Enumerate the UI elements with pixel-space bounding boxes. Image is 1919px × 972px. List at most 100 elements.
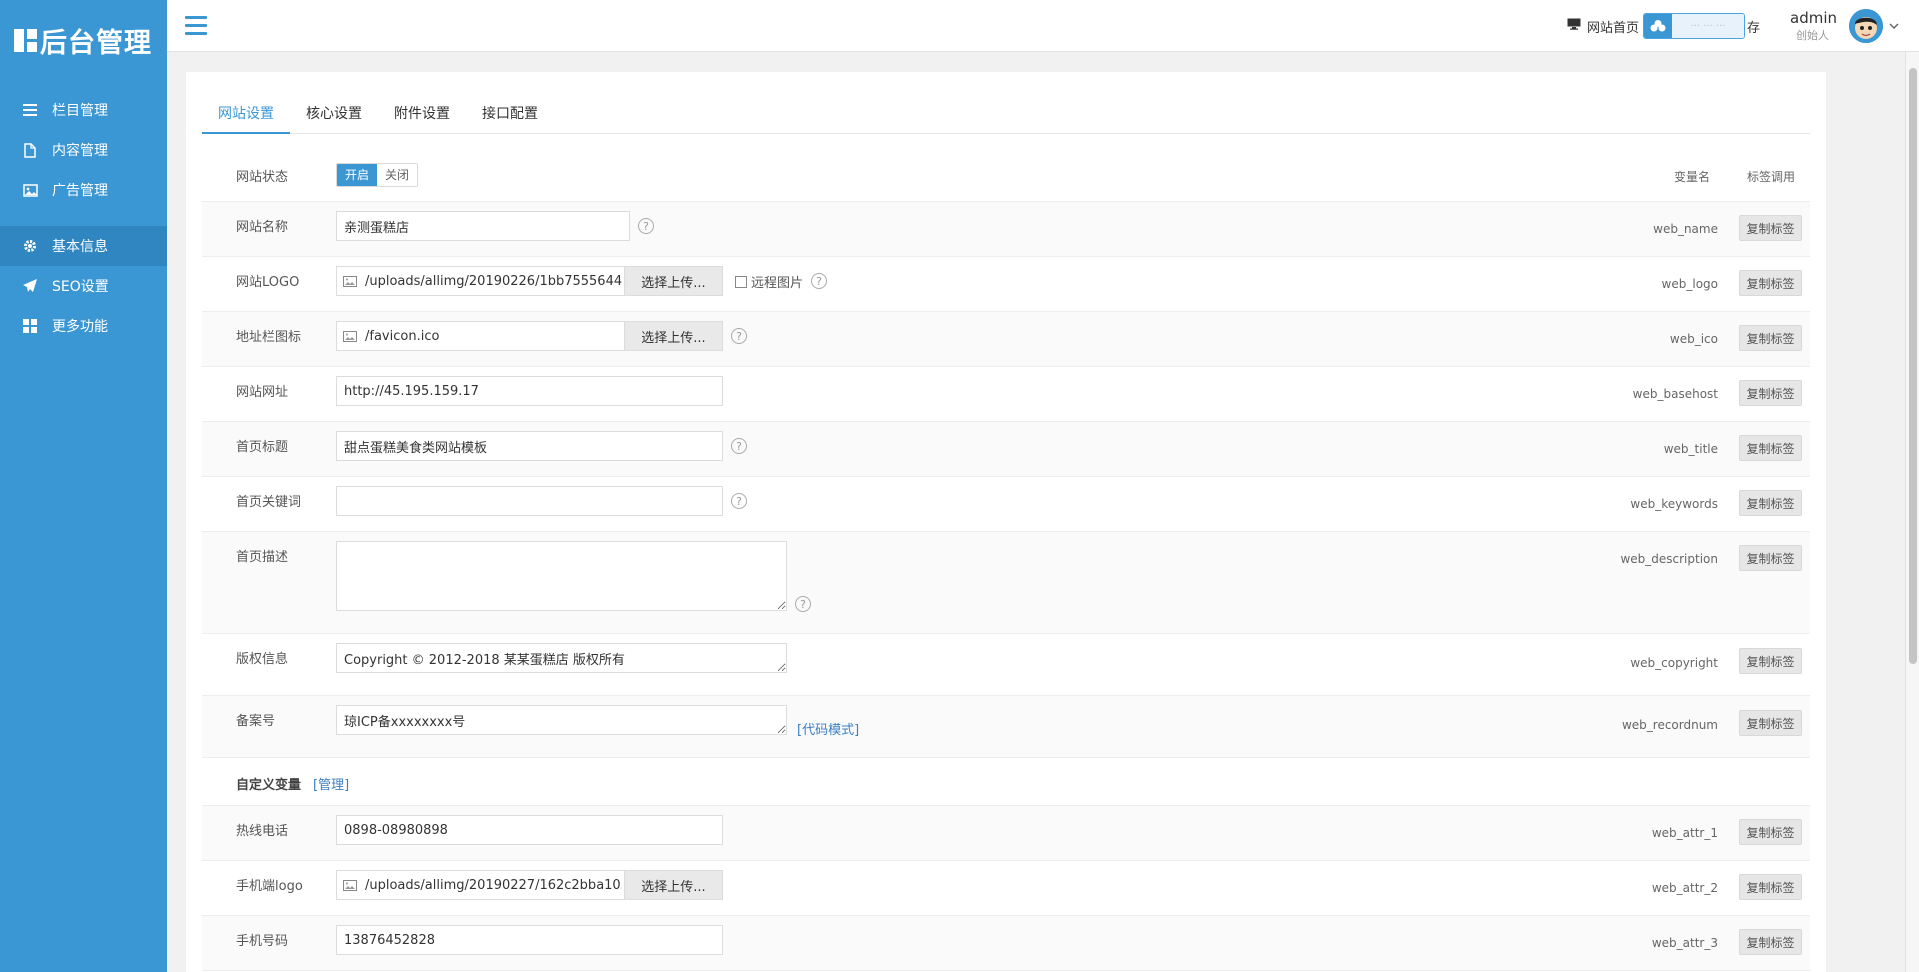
copy-tag-button[interactable]: 复制标签 [1739, 819, 1802, 845]
field-label: 版权信息 [236, 652, 289, 667]
copy-tag-button[interactable]: 复制标签 [1739, 435, 1802, 461]
sidebar-divider [0, 210, 167, 226]
sidebar-item-ads[interactable]: 广告管理 [0, 170, 167, 210]
field-label: 网站LOGO [236, 275, 300, 290]
web-ico-upload: 选择上传... [336, 321, 723, 351]
row-web-attr-2: 手机端logo 选择上传... web_attr_2 复制标签 [202, 861, 1810, 916]
row-web-keywords: 首页关键词 ? web_keywords 复制标签 [202, 477, 1810, 532]
upload-button[interactable]: 选择上传... [624, 871, 722, 899]
web-keywords-input[interactable] [336, 486, 723, 516]
chevron-down-icon[interactable] [1889, 19, 1899, 34]
code-mode-link[interactable]: [代码模式] [797, 719, 859, 738]
remote-image-checkbox[interactable]: 远程图片 [735, 272, 803, 291]
variable-name: web_copyright [1630, 656, 1718, 670]
header-actions: 网站首页 ··· ··· ··· 存 admin 创始人 [1567, 0, 1899, 52]
copy-tag-button[interactable]: 复制标签 [1739, 270, 1802, 296]
sidebar-group-settings: 基本信息 SEO设置 更多功能 [0, 226, 167, 346]
cloud-icon [1643, 14, 1672, 38]
avatar[interactable] [1849, 9, 1883, 43]
page-scrollbar[interactable] [1905, 52, 1919, 972]
sidebar-item-seo[interactable]: SEO设置 [0, 266, 167, 306]
status-on-option[interactable]: 开启 [337, 164, 378, 186]
copy-tag-button[interactable]: 复制标签 [1739, 490, 1802, 516]
image-icon [22, 182, 38, 198]
logo-text: 后台管理 [40, 27, 152, 59]
row-web-attr-1: 热线电话 web_attr_1 复制标签 [202, 806, 1810, 861]
scrollbar-thumb[interactable] [1909, 68, 1917, 664]
image-icon [337, 267, 363, 295]
cloud-widget-text: ··· ··· ··· [1671, 14, 1744, 38]
web-logo-input[interactable] [363, 267, 624, 295]
grid-icon [22, 318, 38, 334]
cloud-widget[interactable]: ··· ··· ··· [1642, 13, 1745, 39]
field-label: 手机号码 [236, 934, 289, 949]
image-icon [337, 871, 363, 899]
variable-name: web_attr_2 [1651, 881, 1718, 895]
row-web-attr-3: 手机号码 web_attr_3 复制标签 [202, 916, 1810, 971]
help-icon[interactable]: ? [795, 596, 811, 612]
brand-logo[interactable]: 后台管理 [0, 0, 167, 80]
status-off-option[interactable]: 关闭 [377, 164, 418, 186]
menu-toggle-icon[interactable] [185, 16, 207, 36]
web-name-input[interactable] [336, 211, 630, 241]
mobile-logo-input[interactable] [363, 871, 624, 899]
tab-api-config[interactable]: 接口配置 [466, 94, 554, 134]
user-name: admin [1790, 9, 1837, 27]
web-recordnum-textarea[interactable]: 琼ICP备xxxxxxxx号 [336, 705, 787, 735]
field-label: 热线电话 [236, 824, 289, 839]
row-web-recordnum: 备案号 琼ICP备xxxxxxxx号 [代码模式] web_recordnum … [202, 696, 1810, 758]
copy-tag-button[interactable]: 复制标签 [1739, 929, 1802, 955]
variable-name: web_logo [1661, 277, 1718, 291]
variable-name: web_recordnum [1621, 718, 1718, 732]
help-icon[interactable]: ? [731, 328, 747, 344]
copy-tag-button[interactable]: 复制标签 [1739, 648, 1802, 674]
copy-tag-button[interactable]: 复制标签 [1739, 710, 1802, 736]
site-home-link[interactable]: 网站首页 [1567, 17, 1639, 36]
hotline-input[interactable] [336, 815, 723, 845]
help-icon[interactable]: ? [811, 273, 828, 289]
manage-link[interactable]: [管理] [313, 774, 349, 793]
sidebar-item-more[interactable]: 更多功能 [0, 306, 167, 346]
sidebar-item-columns[interactable]: 栏目管理 [0, 90, 167, 130]
copy-tag-button[interactable]: 复制标签 [1739, 325, 1802, 351]
web-title-input[interactable] [336, 431, 723, 461]
sidebar-item-content[interactable]: 内容管理 [0, 130, 167, 170]
sidebar-item-basic-info[interactable]: 基本信息 [0, 226, 167, 266]
web-ico-input[interactable] [363, 322, 624, 350]
field-label: 首页标题 [236, 440, 289, 455]
row-web-logo: 网站LOGO 选择上传... 远程图片 ? web_logo 复制标签 [202, 257, 1810, 312]
help-icon[interactable]: ? [731, 493, 747, 509]
variable-name: web_basehost [1632, 387, 1718, 401]
user-info[interactable]: admin 创始人 [1790, 9, 1837, 43]
row-web-copyright: 版权信息 Copyright © 2012-2018 某某蛋糕店 版权所有 we… [202, 634, 1810, 696]
copy-tag-button[interactable]: 复制标签 [1739, 874, 1802, 900]
help-icon[interactable]: ? [638, 218, 654, 234]
copy-tag-button[interactable]: 复制标签 [1739, 380, 1802, 406]
row-site-status: 网站状态 开启 关闭 变量名 标签调用 [202, 152, 1810, 202]
sidebar-item-label: 基本信息 [52, 239, 108, 255]
status-toggle[interactable]: 开启 关闭 [336, 163, 419, 187]
upload-button[interactable]: 选择上传... [624, 322, 722, 350]
clear-cache-link[interactable]: 存 [1747, 17, 1760, 36]
row-web-name: 网站名称 ? web_name 复制标签 [202, 202, 1810, 257]
top-header: 网站首页 ··· ··· ··· 存 admin 创始人 [167, 0, 1919, 52]
tab-site-settings[interactable]: 网站设置 [202, 94, 290, 134]
web-basehost-input[interactable] [336, 376, 723, 406]
copy-tag-button[interactable]: 复制标签 [1739, 215, 1802, 241]
field-label: 地址栏图标 [236, 330, 302, 345]
sidebar: 后台管理 栏目管理 内容管理 广告管理 基本信息 SEO设置 更多功能 [0, 0, 167, 972]
tab-core-settings[interactable]: 核心设置 [290, 94, 378, 134]
remote-image-label: 远程图片 [751, 276, 804, 291]
tab-attachment-settings[interactable]: 附件设置 [378, 94, 466, 134]
web-description-textarea[interactable] [336, 541, 787, 611]
sidebar-item-label: 广告管理 [52, 183, 108, 199]
user-role: 创始人 [1796, 29, 1829, 42]
help-icon[interactable]: ? [731, 438, 747, 454]
checkbox-icon[interactable] [735, 275, 747, 288]
upload-button[interactable]: 选择上传... [624, 267, 722, 295]
web-copyright-textarea[interactable]: Copyright © 2012-2018 某某蛋糕店 版权所有 [336, 643, 787, 673]
copy-tag-button[interactable]: 复制标签 [1739, 545, 1802, 571]
mobile-number-input[interactable] [336, 925, 723, 955]
section-title: 自定义变量 [236, 778, 302, 793]
column-header-var-name: 变量名 [1673, 170, 1710, 184]
